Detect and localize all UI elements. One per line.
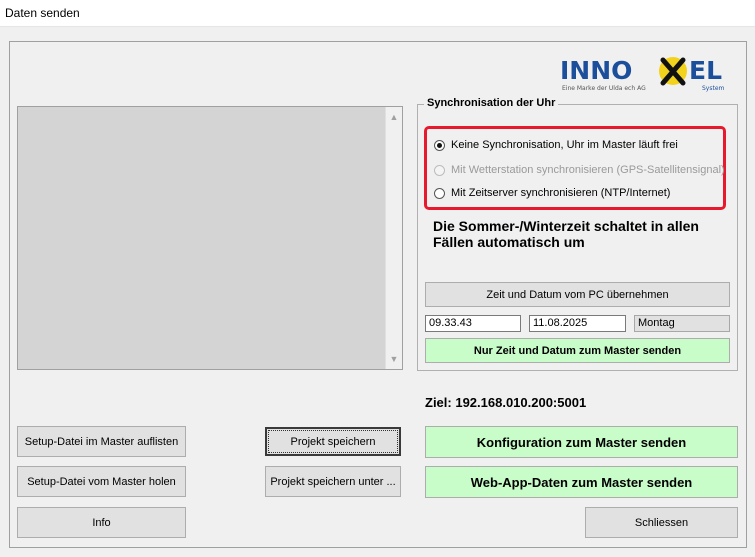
send-config-button[interactable]: Konfiguration zum Master senden xyxy=(425,426,738,458)
logo-text-left: INNO xyxy=(560,56,632,85)
radio-circle-icon[interactable] xyxy=(434,187,445,199)
date-field[interactable]: 11.08.2025 xyxy=(529,315,626,332)
radio-label: Mit Zeitserver synchronisieren (NTP/Inte… xyxy=(451,187,671,199)
radio-circle-icon[interactable] xyxy=(434,139,445,151)
time-field[interactable]: 09.33.43 xyxy=(425,315,521,332)
setup-listbox[interactable]: ▲ ▼ xyxy=(17,106,403,370)
innoxel-logo: INNO EL Eine Marke der Ulda ech AG Syste… xyxy=(560,55,740,95)
info-button[interactable]: Info xyxy=(17,507,186,538)
project-save-button[interactable]: Projekt speichern xyxy=(265,427,401,456)
logo-x-mark xyxy=(659,57,687,86)
radio-time-server[interactable]: Mit Zeitserver synchronisieren (NTP/Inte… xyxy=(434,185,670,201)
window-title: Daten senden xyxy=(5,6,80,20)
take-pc-time-button[interactable]: Zeit und Datum vom PC übernehmen xyxy=(425,282,730,307)
send-webapp-button[interactable]: Web-App-Daten zum Master senden xyxy=(425,466,738,498)
setup-list-button[interactable]: Setup-Datei im Master auflisten xyxy=(17,426,186,457)
radio-weather-station: Mit Wetterstation synchronisieren (GPS-S… xyxy=(434,162,725,178)
radio-no-sync[interactable]: Keine Synchronisation, Uhr im Master läu… xyxy=(434,137,678,153)
dst-note: Die Sommer-/Winterzeit schaltet in allen… xyxy=(433,218,699,250)
scroll-up-arrow-icon[interactable]: ▲ xyxy=(386,109,402,125)
radio-label: Mit Wetterstation synchronisieren (GPS-S… xyxy=(451,164,725,176)
title-bar: Daten senden xyxy=(0,0,755,27)
setup-get-button[interactable]: Setup-Datei vom Master holen xyxy=(17,466,186,497)
listbox-scrollbar[interactable]: ▲ ▼ xyxy=(385,107,402,369)
sync-group-title: Synchronisation der Uhr xyxy=(424,97,559,109)
send-time-button[interactable]: Nur Zeit und Datum zum Master senden xyxy=(425,338,730,363)
project-save-as-button[interactable]: Projekt speichern unter ... xyxy=(265,466,401,497)
target-address: Ziel: 192.168.010.200:5001 xyxy=(425,395,587,410)
radio-label: Keine Synchronisation, Uhr im Master läu… xyxy=(451,139,678,151)
close-button[interactable]: Schliessen xyxy=(585,507,738,538)
logo-text-right: EL xyxy=(689,56,722,85)
logo-system: System xyxy=(702,85,725,92)
scroll-down-arrow-icon[interactable]: ▼ xyxy=(386,351,402,367)
weekday-field: Montag xyxy=(634,315,730,332)
radio-circle-icon xyxy=(434,164,445,176)
logo-tagline: Eine Marke der Ulda ech AG xyxy=(562,85,646,92)
